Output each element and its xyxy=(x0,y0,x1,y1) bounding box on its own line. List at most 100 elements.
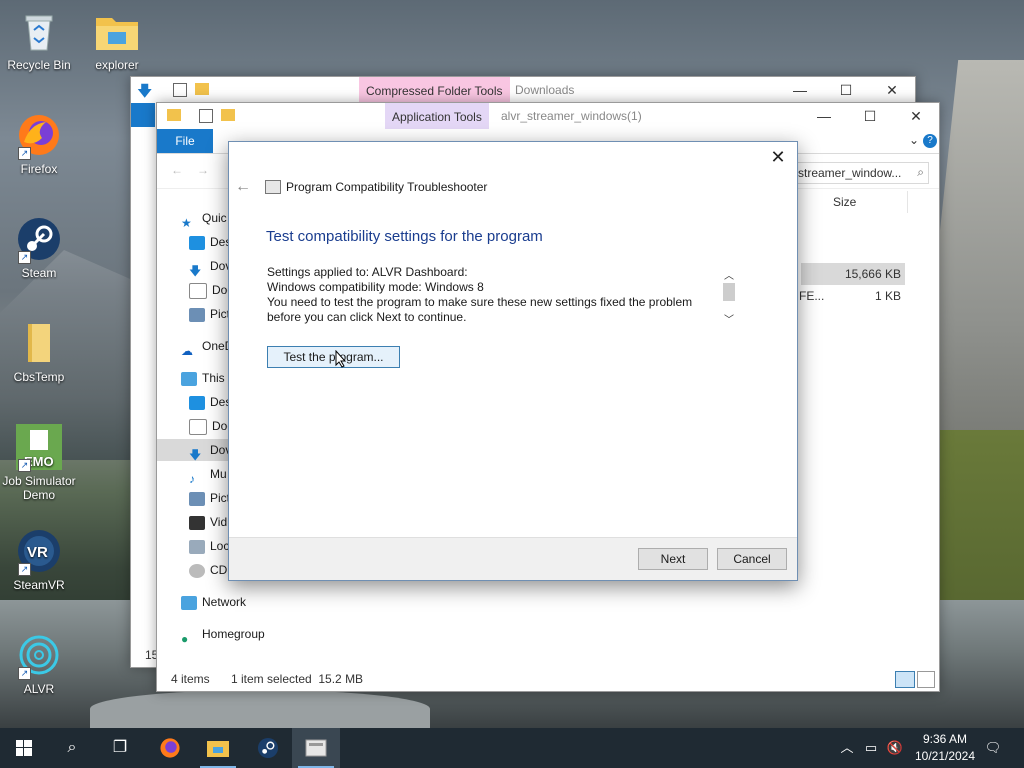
steamvr-icon: VR ↗ xyxy=(16,528,62,576)
desktop-icon-label: explorer xyxy=(95,58,139,72)
steam-taskbar-icon[interactable] xyxy=(244,728,292,768)
cd-icon xyxy=(189,563,205,578)
video-icon xyxy=(189,515,205,530)
window-title: alvr_streamer_windows(1) xyxy=(501,109,642,123)
pictures-icon xyxy=(189,491,205,506)
desktop-icon-label: Job Simulator Demo xyxy=(2,474,76,502)
desktop-icon-cbstemp[interactable]: CbsTemp xyxy=(2,320,76,384)
status-bar: 4 items 1 item selected 15.2 MB xyxy=(157,667,939,691)
clock-date: 10/21/2024 xyxy=(914,749,976,763)
back-arrow-icon[interactable]: ← xyxy=(235,178,251,196)
desktop-icon-alvr[interactable]: ↗ ALVR xyxy=(2,632,76,696)
settings-applied-text: Settings applied to: ALVR Dashboard: xyxy=(267,265,468,279)
help-icon[interactable]: ? xyxy=(923,134,937,148)
desktop-icon-label: SteamVR xyxy=(13,578,65,592)
scroll-down-icon[interactable]: ﹀ xyxy=(724,311,734,326)
desktop: Recycle Bin explorer ↗ Firefox ↗ Steam C… xyxy=(0,0,1024,768)
desktop-icon-steam[interactable]: ↗ Steam xyxy=(2,216,76,280)
instruction-text: You need to test the program to make sur… xyxy=(267,295,693,309)
large-icons-view-icon[interactable] xyxy=(917,671,935,688)
nav-item-network[interactable]: Network xyxy=(181,591,301,613)
notifications-icon[interactable]: 🗨 xyxy=(978,728,1008,768)
title-bar[interactable]: Application Tools alvr_streamer_windows(… xyxy=(157,103,939,129)
close-icon[interactable]: ✕ xyxy=(893,103,939,129)
table-row[interactable]: FE... 1 KB xyxy=(797,285,905,307)
download-icon: 🡇 xyxy=(189,447,202,461)
desktop-icon-recycle-bin[interactable]: Recycle Bin xyxy=(2,8,76,72)
tab-file[interactable]: File xyxy=(157,129,213,153)
cancel-button[interactable]: Cancel xyxy=(717,548,787,570)
desktop-icon-label: CbsTemp xyxy=(13,370,65,384)
column-header-size[interactable]: Size xyxy=(833,195,856,209)
pc-icon xyxy=(181,371,197,386)
star-icon: ★ xyxy=(181,215,192,229)
file-tab-partial[interactable] xyxy=(131,103,155,127)
checkbox-icon xyxy=(199,109,213,123)
search-icon[interactable]: ⌕ xyxy=(48,728,96,768)
minimize-icon[interactable]: — xyxy=(801,103,847,129)
tab-compressed-folder-tools[interactable]: Compressed Folder Tools xyxy=(359,77,510,103)
message-scrollbar[interactable]: ︿ ﹀ xyxy=(721,267,737,326)
tab-application-tools[interactable]: Application Tools xyxy=(385,103,489,129)
checkbox-icon xyxy=(173,83,187,97)
search-input[interactable]: streamer_window... ⌕ xyxy=(793,162,929,184)
scroll-thumb[interactable] xyxy=(723,283,735,301)
windows-logo-icon xyxy=(16,739,32,756)
chevron-up-icon[interactable]: ︿ xyxy=(838,728,856,768)
desktop-icon-label: Recycle Bin xyxy=(7,58,71,72)
job-simulator-icon: EMO ↗ xyxy=(16,424,62,472)
desktop-icon-steamvr[interactable]: VR ↗ SteamVR xyxy=(2,528,76,592)
column-divider xyxy=(907,191,908,213)
close-icon[interactable]: ✕ xyxy=(869,77,915,103)
compatibility-troubleshooter-dialog[interactable]: ✕ ← Program Compatibility Troubleshooter… xyxy=(228,141,798,581)
disk-icon xyxy=(189,539,205,554)
document-icon xyxy=(189,282,207,299)
volume-muted-icon[interactable]: 🔇 xyxy=(884,728,906,768)
back-arrow-icon[interactable]: ← xyxy=(171,163,183,177)
network-icon xyxy=(181,595,197,610)
test-program-button[interactable]: Test the program... xyxy=(267,346,400,368)
start-button[interactable] xyxy=(0,728,48,768)
title-bar[interactable]: 🡇 Compressed Folder Tools Downloads — ☐ … xyxy=(131,77,915,103)
troubleshooter-taskbar-icon[interactable] xyxy=(292,728,340,768)
details-view-icon[interactable] xyxy=(895,671,915,688)
forward-arrow-icon[interactable]: → xyxy=(197,163,209,177)
chevron-down-icon[interactable]: ⌄ xyxy=(909,133,919,147)
maximize-icon[interactable]: ☐ xyxy=(847,103,893,129)
close-icon[interactable]: ✕ xyxy=(765,146,791,168)
minimize-icon[interactable]: — xyxy=(777,77,823,103)
dialog-footer: Next Cancel xyxy=(229,537,797,580)
dialog-title: Program Compatibility Troubleshooter xyxy=(286,180,488,194)
compat-mode-text: Windows compatibility mode: Windows 8 xyxy=(267,280,484,294)
search-icon: ⌕ xyxy=(917,165,924,179)
homegroup-icon: ● xyxy=(181,631,189,645)
clock-time: 9:36 AM xyxy=(922,732,968,746)
pictures-icon xyxy=(189,307,205,322)
folder-icon xyxy=(16,320,62,366)
next-button[interactable]: Next xyxy=(638,548,708,570)
music-icon: ♪ xyxy=(189,471,195,485)
desktop-icon-explorer[interactable]: explorer xyxy=(80,8,154,72)
folder-icon xyxy=(94,8,140,54)
file-explorer-taskbar-icon[interactable] xyxy=(194,728,242,768)
task-view-icon[interactable]: ❐ xyxy=(96,728,144,768)
document-icon xyxy=(189,418,207,435)
steam-icon: ↗ xyxy=(16,216,62,264)
desktop-icon xyxy=(189,235,205,250)
desktop-icon-label: Firefox xyxy=(20,162,58,176)
recycle-bin-icon xyxy=(16,8,62,54)
desktop-icon-job-simulator[interactable]: EMO ↗ Job Simulator Demo xyxy=(2,424,76,502)
table-row-selected[interactable]: 15,666 KB xyxy=(801,263,905,285)
firefox-taskbar-icon[interactable] xyxy=(146,728,194,768)
instruction-text-2: before you can click Next to continue. xyxy=(267,310,467,324)
nav-item-homegroup[interactable]: ● Homegroup xyxy=(181,623,301,645)
desktop-icon-label: Steam xyxy=(21,266,57,280)
desktop-icon-firefox[interactable]: ↗ Firefox xyxy=(2,112,76,176)
troubleshooter-icon xyxy=(265,180,281,194)
maximize-icon[interactable]: ☐ xyxy=(823,77,869,103)
clock[interactable]: 9:36 AM 10/21/2024 xyxy=(910,731,980,765)
dialog-message: Settings applied to: ALVR Dashboard: Win… xyxy=(267,265,707,325)
folder-icon xyxy=(195,83,209,95)
scroll-up-icon[interactable]: ︿ xyxy=(724,267,734,282)
network-tray-icon[interactable]: ▭ xyxy=(860,728,882,768)
